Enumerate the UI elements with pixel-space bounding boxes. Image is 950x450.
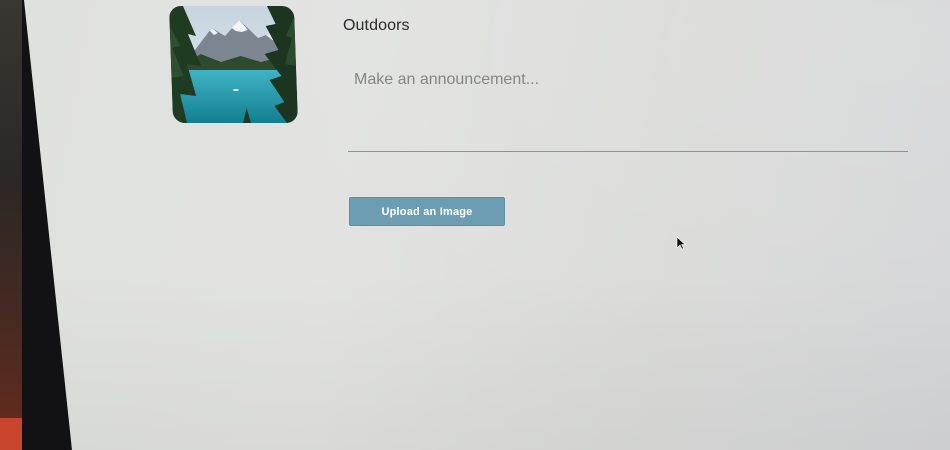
group-title: Outdoors — [343, 17, 410, 34]
screen: Outdoors Upload an Image — [24, 0, 950, 450]
announcement-input[interactable] — [348, 68, 908, 152]
mouse-pointer-icon — [676, 236, 686, 250]
upload-image-button[interactable]: Upload an Image — [349, 197, 505, 226]
group-photo[interactable] — [168, 6, 299, 123]
lake-mountain-icon — [168, 6, 299, 123]
